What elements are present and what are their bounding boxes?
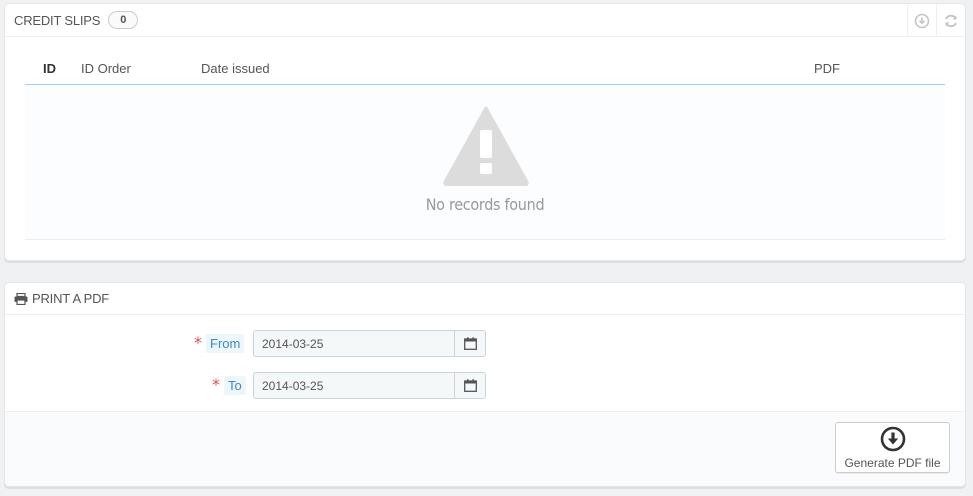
to-label: To — [224, 376, 246, 395]
to-date-input[interactable] — [253, 372, 455, 399]
to-row: * To — [5, 372, 505, 399]
table-header: ID ID Order Date issued PDF — [25, 52, 945, 85]
column-header-id[interactable]: ID — [43, 61, 56, 76]
credit-slips-table: ID ID Order Date issued PDF No records f… — [25, 52, 945, 240]
print-pdf-panel: PRINT A PDF * From * To — [4, 282, 966, 487]
required-marker: * — [212, 375, 220, 394]
column-header-date-issued[interactable]: Date issued — [201, 61, 270, 76]
column-header-id-order[interactable]: ID Order — [81, 61, 131, 76]
download-icon — [914, 13, 930, 28]
empty-state: No records found — [25, 85, 945, 240]
from-calendar-button[interactable] — [454, 330, 486, 357]
export-button[interactable] — [907, 4, 936, 37]
panel-footer: Generate PDF file — [5, 411, 965, 486]
calendar-icon — [463, 337, 477, 350]
generate-pdf-label: Generate PDF file — [844, 455, 941, 470]
from-row: * From — [5, 330, 505, 357]
credit-slips-panel: CREDIT SLIPS 0 ID ID Order Date issued P… — [4, 3, 966, 261]
print-icon — [14, 292, 28, 305]
column-header-pdf: PDF — [814, 61, 840, 76]
calendar-icon — [463, 379, 477, 392]
record-count-badge: 0 — [108, 11, 139, 29]
download-circle-icon — [880, 426, 905, 451]
refresh-icon — [945, 14, 957, 27]
refresh-button[interactable] — [936, 4, 965, 37]
from-label: From — [206, 334, 245, 353]
from-date-input[interactable] — [253, 330, 455, 357]
warning-icon — [443, 106, 529, 186]
credit-slips-heading: CREDIT SLIPS 0 — [5, 4, 965, 37]
to-calendar-button[interactable] — [454, 372, 486, 399]
print-pdf-title: PRINT A PDF — [32, 291, 110, 306]
empty-message: No records found — [425, 195, 545, 214]
print-pdf-heading: PRINT A PDF — [5, 283, 965, 315]
generate-pdf-button[interactable]: Generate PDF file — [835, 422, 950, 473]
required-marker: * — [194, 333, 202, 352]
credit-slips-title: CREDIT SLIPS — [14, 12, 101, 28]
